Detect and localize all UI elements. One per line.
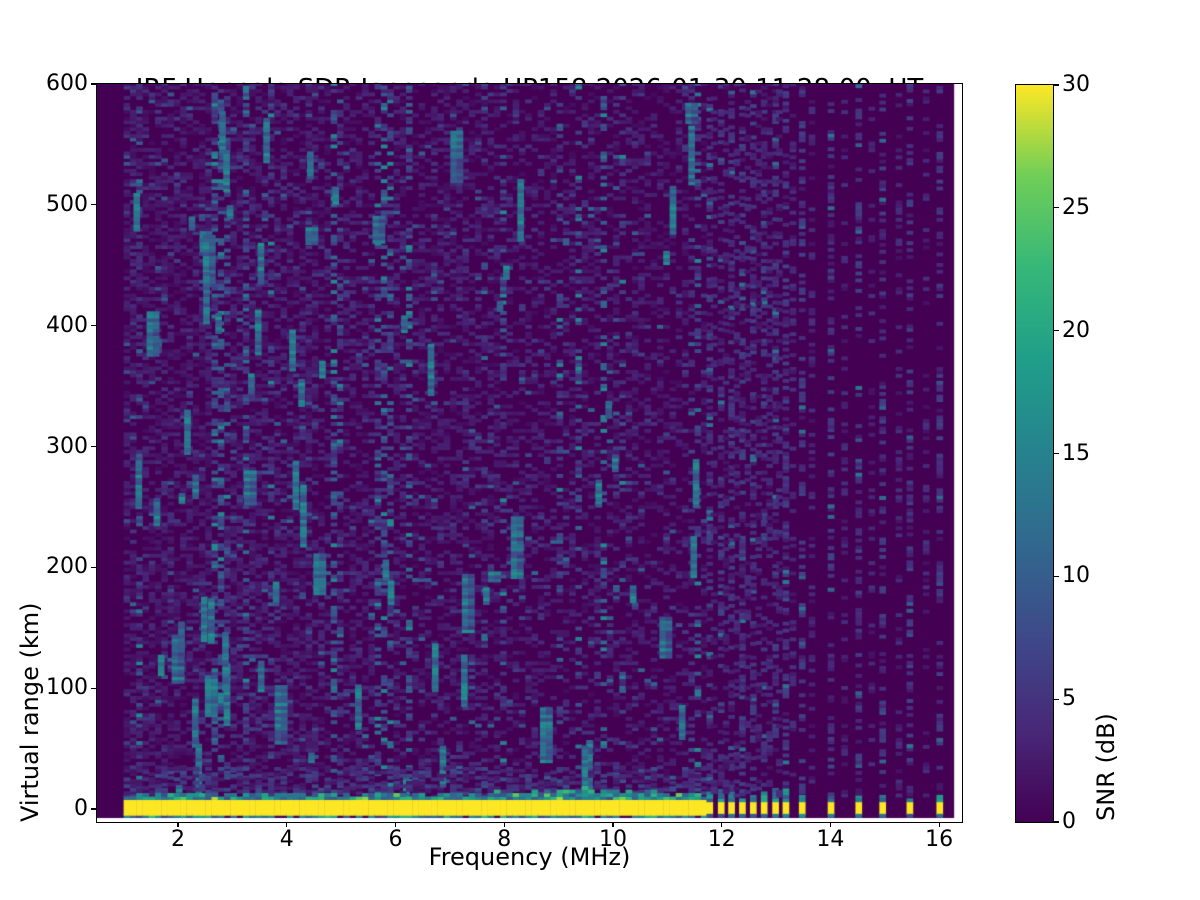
colorbar-label: SNR (dB) — [1092, 84, 1120, 821]
y-tick — [91, 567, 96, 568]
y-axis-label: Virtual range (km) — [16, 84, 44, 822]
colorbar-tick — [1054, 453, 1059, 454]
colorbar-tick — [1054, 207, 1059, 208]
colorbar-tick — [1054, 699, 1059, 700]
y-tick — [91, 808, 96, 809]
y-tick — [91, 688, 96, 689]
colorbar-gradient — [1016, 85, 1053, 822]
colorbar-tick — [1054, 576, 1059, 577]
colorbar-tick — [1054, 84, 1059, 85]
colorbar — [1015, 84, 1054, 823]
colorbar-tick — [1054, 330, 1059, 331]
y-tick — [91, 325, 96, 326]
colorbar-tick — [1054, 821, 1059, 822]
ionogram-figure: IRF Uppsala SDR Ionosonde UP158 2026-01-… — [0, 0, 1200, 900]
y-tick — [91, 204, 96, 205]
y-tick — [91, 83, 96, 84]
y-tick — [91, 446, 96, 447]
x-axis-label: Frequency (MHz) — [97, 843, 962, 871]
ionogram-heatmap — [97, 84, 962, 822]
